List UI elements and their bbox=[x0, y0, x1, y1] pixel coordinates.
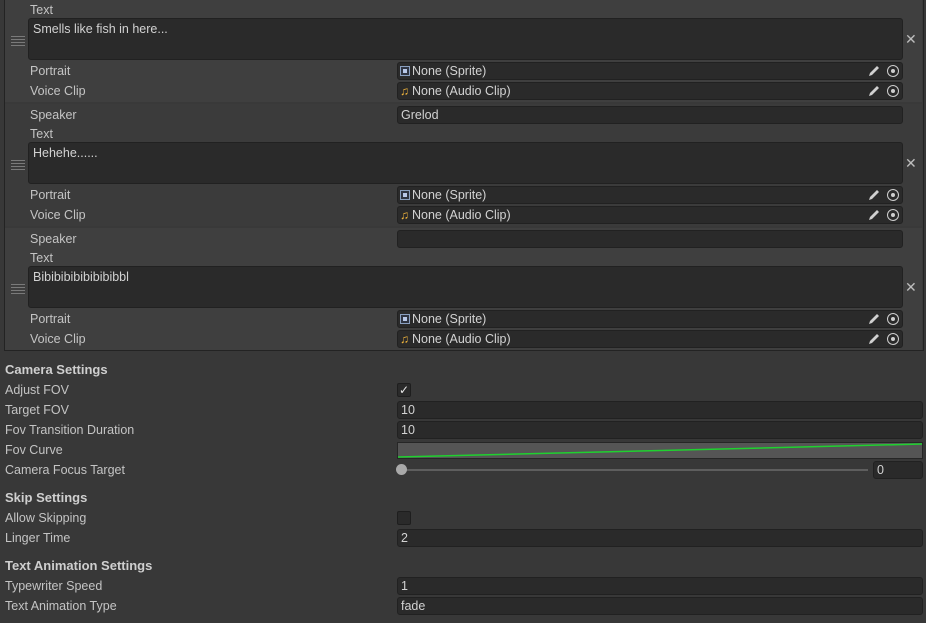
camera-focus-target-field[interactable]: 0 bbox=[873, 461, 923, 479]
pencil-icon[interactable] bbox=[867, 188, 881, 202]
pencil-icon[interactable] bbox=[867, 312, 881, 326]
dialogue-text-area[interactable]: Hehehe...... bbox=[28, 142, 903, 184]
typewriter-speed-field[interactable]: 1 bbox=[397, 577, 923, 595]
text-animation-settings-header: Text Animation Settings bbox=[5, 558, 153, 573]
close-icon[interactable]: ✕ bbox=[905, 32, 917, 46]
target-fov-label: Target FOV bbox=[5, 403, 69, 417]
speaker-label: Speaker bbox=[30, 232, 77, 246]
drag-handle-icon[interactable] bbox=[11, 36, 25, 46]
fov-curve-line bbox=[398, 443, 922, 458]
voice-clip-field[interactable]: ♫ None (Audio Clip) bbox=[397, 330, 903, 348]
voice-clip-value: None (Audio Clip) bbox=[412, 332, 511, 346]
check-mark-icon: ✓ bbox=[398, 383, 410, 397]
portrait-field[interactable]: None (Sprite) bbox=[397, 310, 903, 328]
fov-curve-field[interactable] bbox=[397, 442, 923, 459]
object-picker-icon[interactable] bbox=[887, 333, 899, 345]
portrait-value: None (Sprite) bbox=[412, 188, 487, 202]
fov-curve-preview bbox=[398, 443, 922, 458]
voice-clip-label: Voice Clip bbox=[30, 84, 86, 98]
voice-clip-label: Voice Clip bbox=[30, 208, 86, 222]
portrait-value: None (Sprite) bbox=[412, 312, 487, 326]
portrait-label: Portrait bbox=[30, 188, 71, 202]
voice-clip-value: None (Audio Clip) bbox=[412, 208, 511, 222]
drag-handle-icon[interactable] bbox=[11, 284, 25, 294]
text-animation-type-label: Text Animation Type bbox=[5, 599, 117, 613]
audio-clip-icon: ♫ bbox=[400, 332, 409, 346]
sprite-icon bbox=[400, 314, 410, 324]
object-picker-icon[interactable] bbox=[887, 209, 899, 221]
voice-clip-field[interactable]: ♫ None (Audio Clip) bbox=[397, 206, 903, 224]
portrait-field[interactable]: None (Sprite) bbox=[397, 186, 903, 204]
audio-clip-icon: ♫ bbox=[400, 84, 409, 98]
pencil-icon[interactable] bbox=[867, 84, 881, 98]
text-label: Text bbox=[30, 127, 53, 141]
adjust-fov-label: Adjust FOV bbox=[5, 383, 69, 397]
pencil-icon[interactable] bbox=[867, 332, 881, 346]
voice-clip-value: None (Audio Clip) bbox=[412, 84, 511, 98]
text-animation-type-field[interactable]: fade bbox=[397, 597, 923, 615]
speaker-field[interactable] bbox=[397, 230, 903, 248]
close-icon[interactable]: ✕ bbox=[905, 156, 917, 170]
sprite-icon bbox=[400, 66, 410, 76]
text-label: Text bbox=[30, 3, 53, 17]
portrait-value: None (Sprite) bbox=[412, 64, 487, 78]
allow-skipping-checkbox[interactable] bbox=[397, 511, 411, 525]
allow-skipping-label: Allow Skipping bbox=[5, 511, 87, 525]
fov-transition-duration-label: Fov Transition Duration bbox=[5, 423, 135, 437]
camera-focus-slider-handle[interactable] bbox=[396, 464, 407, 475]
text-label: Text bbox=[30, 251, 53, 265]
voice-clip-label: Voice Clip bbox=[30, 332, 86, 346]
target-fov-field[interactable]: 10 bbox=[397, 401, 923, 419]
object-picker-icon[interactable] bbox=[887, 313, 899, 325]
audio-clip-icon: ♫ bbox=[400, 208, 409, 222]
portrait-label: Portrait bbox=[30, 312, 71, 326]
linger-time-label: Linger Time bbox=[5, 531, 71, 545]
object-picker-icon[interactable] bbox=[887, 65, 899, 77]
portrait-field[interactable]: None (Sprite) bbox=[397, 62, 903, 80]
camera-settings-header: Camera Settings bbox=[5, 362, 108, 377]
object-picker-icon[interactable] bbox=[887, 189, 899, 201]
voice-clip-field[interactable]: ♫ None (Audio Clip) bbox=[397, 82, 903, 100]
dialogue-text-area[interactable]: Smells like fish in here... bbox=[28, 18, 903, 60]
speaker-label: Speaker bbox=[30, 108, 77, 122]
typewriter-speed-label: Typewriter Speed bbox=[5, 579, 103, 593]
object-picker-icon[interactable] bbox=[887, 85, 899, 97]
camera-focus-target-label: Camera Focus Target bbox=[5, 463, 125, 477]
camera-focus-slider-track[interactable] bbox=[401, 469, 868, 471]
dialogue-text-area[interactable]: Bibibibibibibibibbl bbox=[28, 266, 903, 308]
pencil-icon[interactable] bbox=[867, 208, 881, 222]
speaker-field[interactable]: Grelod bbox=[397, 106, 903, 124]
drag-handle-icon[interactable] bbox=[11, 160, 25, 170]
close-icon[interactable]: ✕ bbox=[905, 280, 917, 294]
skip-settings-header: Skip Settings bbox=[5, 490, 88, 505]
fov-transition-duration-field[interactable]: 10 bbox=[397, 421, 923, 439]
adjust-fov-checkbox[interactable]: ✓ bbox=[397, 383, 411, 397]
sprite-icon bbox=[400, 190, 410, 200]
portrait-label: Portrait bbox=[30, 64, 71, 78]
pencil-icon[interactable] bbox=[867, 64, 881, 78]
linger-time-field[interactable]: 2 bbox=[397, 529, 923, 547]
fov-curve-label: Fov Curve bbox=[5, 443, 63, 457]
